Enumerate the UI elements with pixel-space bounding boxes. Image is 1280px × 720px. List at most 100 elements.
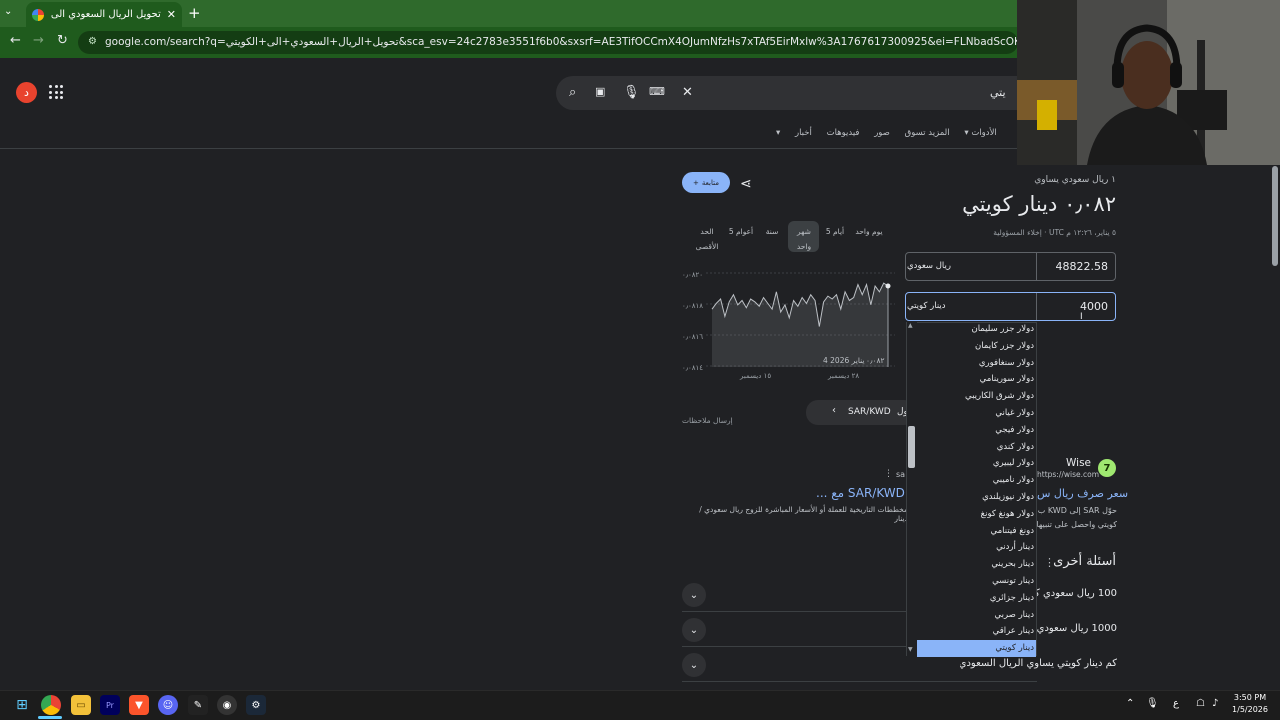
google-apps-icon[interactable] (49, 85, 63, 99)
keyboard-icon[interactable]: ⌨ (649, 85, 665, 98)
back-arrow-icon[interactable]: ← (10, 33, 21, 48)
dropdown-scrollbar[interactable] (907, 322, 917, 656)
period-1d[interactable]: يوم واحد (854, 224, 884, 239)
tab-news[interactable]: أخبار (795, 128, 812, 138)
from-amount-input[interactable]: 48822.58 (1040, 260, 1109, 273)
x-tick-label: ٢٨ ديسمبر (828, 372, 860, 380)
steam-icon[interactable]: ⚙ (246, 695, 266, 715)
period-1y[interactable]: سنة (762, 224, 782, 239)
y-tick-label: ٠٫٠٨١٨ (682, 302, 704, 310)
dropdown-option[interactable]: دينار عراقي (917, 623, 1036, 640)
dropdown-option[interactable]: دولار فيجي (917, 422, 1036, 439)
wise-snippet: كويتي واحصل على تنبيهات (1037, 520, 1117, 529)
expand-chevron-icon[interactable]: ⌄ (682, 653, 706, 677)
result-site[interactable]: sa (896, 470, 905, 479)
tray-chevron-icon[interactable]: ⌃ (1126, 698, 1134, 709)
dropdown-option[interactable]: دينار تونسي (917, 573, 1036, 590)
tab-more[interactable]: المزيد (928, 128, 949, 138)
feedback-link[interactable]: إرسال ملاحظات (682, 416, 733, 425)
clear-search-icon[interactable]: ✕ (682, 85, 693, 100)
dropdown-option[interactable]: دولار جزر كايمان (917, 338, 1036, 355)
follow-button[interactable]: + متابعة (682, 172, 730, 193)
dropdown-option[interactable]: دونغ فيتنامي (917, 523, 1036, 540)
tab-shopping[interactable]: تسوق (905, 128, 926, 138)
result-title-link[interactable]: SAR/KWD مع ... (816, 486, 905, 500)
dropdown-option[interactable]: دولار غياني (917, 405, 1036, 422)
lens-icon[interactable]: ▣ (595, 85, 605, 98)
period-1m[interactable]: شهر واحد (790, 224, 818, 254)
premiere-icon[interactable]: Pr (100, 695, 120, 715)
period-max[interactable]: الحد الأقصى (692, 224, 722, 254)
scroll-up-icon[interactable]: ▲ (908, 322, 913, 329)
site-info-icon[interactable]: ⚙ (88, 36, 97, 47)
file-explorer-icon[interactable]: ▭ (71, 695, 91, 715)
search-icon[interactable]: ⌕ (569, 85, 576, 100)
clock-time[interactable]: 3:50 PM (1228, 693, 1272, 702)
google-favicon-icon (32, 8, 44, 21)
microphone-tray-icon[interactable]: 🎙︎ (1146, 698, 1159, 709)
forward-arrow-icon[interactable]: → (33, 33, 44, 48)
wise-snippet: حوّل SAR إلى KWD ب (1037, 506, 1117, 515)
scroll-down-icon[interactable]: ▼ (908, 646, 913, 653)
microphone-icon[interactable]: 🎙︎ (623, 85, 640, 100)
dropdown-option[interactable]: دولار نيوزيلندي (917, 489, 1036, 506)
windows-start-icon[interactable]: ⊞ (12, 695, 32, 715)
wise-result-title[interactable]: سعر صرف ريال س (1037, 487, 1128, 500)
brave-icon[interactable]: ▼ (129, 695, 149, 715)
to-amount-input[interactable]: 4000 (1040, 300, 1108, 313)
reload-icon[interactable]: ↻ (57, 33, 68, 48)
dropdown-option[interactable]: دولار سورينامي (917, 371, 1036, 388)
chrome-icon[interactable] (41, 695, 61, 715)
network-icon[interactable]: ☖ (1196, 698, 1205, 709)
obs-icon[interactable]: ◉ (217, 695, 237, 715)
dropdown-option[interactable]: دينار كويتي (917, 640, 1036, 658)
dropdown-option[interactable]: دولار ليبيري (917, 455, 1036, 472)
app-icon[interactable]: ✎ (188, 695, 208, 715)
paa-question[interactable]: 100 ريال سعودي كم (1037, 588, 1117, 599)
more-options-icon[interactable]: ⋮ (1044, 556, 1055, 569)
page-scroll-thumb[interactable] (1272, 166, 1278, 266)
paa-question[interactable]: كم دينار كويتي يساوي الريال السعودي؟ (960, 658, 1117, 669)
close-tab-icon[interactable]: ✕ (167, 8, 176, 21)
wise-logo-icon: 7 (1098, 459, 1116, 477)
tab-videos[interactable]: فيديوهات (827, 128, 860, 138)
dropdown-scroll-thumb[interactable] (908, 426, 915, 468)
pair-label: SAR/KWD (848, 407, 891, 417)
rate-disclaimer[interactable]: ٥ يناير، ١٢:٢٦ م UTC · إخلاء المسؤولية (960, 228, 1116, 237)
dropdown-option[interactable]: دينار جزائري (917, 590, 1036, 607)
language-indicator[interactable]: ع (1173, 698, 1179, 709)
more-options-icon[interactable]: ⋮ (884, 469, 893, 479)
dropdown-option[interactable]: دينار بحريني (917, 556, 1036, 573)
from-currency-select[interactable]: ريال سعودي (907, 261, 951, 271)
to-currency-select[interactable]: دينار كويتي (907, 301, 946, 311)
search-input[interactable]: يتي (990, 86, 1006, 99)
period-5d[interactable]: 5 أيام (824, 224, 846, 239)
dropdown-option[interactable]: دولار ناميبي (917, 472, 1036, 489)
browser-tab[interactable]: تحويل الريال السعودي الى الكويتي ✕ (26, 2, 182, 27)
discord-icon[interactable]: ☺ (158, 695, 178, 715)
tab-tools[interactable]: الأدوات (971, 128, 996, 138)
wise-site-name[interactable]: Wise (1066, 457, 1091, 469)
expand-chevron-icon[interactable]: ⌄ (682, 583, 706, 607)
dropdown-option[interactable]: دولار جزر سليمان (917, 321, 1036, 338)
volume-icon[interactable]: ♪ (1212, 698, 1218, 709)
dropdown-option[interactable]: دولار سنغافوري (917, 355, 1036, 372)
new-tab-button[interactable]: + (188, 4, 201, 22)
share-icon[interactable]: ⋖ (740, 176, 752, 192)
paa-question[interactable]: 1000 ريال سعودي كم (1037, 623, 1117, 634)
period-5y[interactable]: 5 أعوام (727, 224, 755, 239)
tab-title: تحويل الريال السعودي الى الكويتي (50, 9, 161, 20)
dropdown-option[interactable]: دولار شرق الكاريبي (917, 388, 1036, 405)
rate-chart[interactable] (680, 265, 895, 385)
clock-date[interactable]: 1/5/2026 (1228, 705, 1272, 714)
expand-chevron-icon[interactable]: ⌄ (682, 618, 706, 642)
dropdown-option[interactable]: دينار صربي (917, 607, 1036, 624)
dropdown-option[interactable]: دولار هونغ كونغ (917, 506, 1036, 523)
tab-images[interactable]: صور (874, 128, 890, 138)
wise-url[interactable]: https://wise.com (1037, 470, 1099, 479)
tab-search-button[interactable]: ⌄ (4, 6, 12, 17)
address-bar[interactable]: google.com/search?q=تحويل+الريال+السعودي… (78, 31, 1018, 54)
avatar[interactable]: د (16, 82, 37, 103)
dropdown-option[interactable]: دينار أردني (917, 539, 1036, 556)
dropdown-option[interactable]: دولار كندي (917, 439, 1036, 456)
